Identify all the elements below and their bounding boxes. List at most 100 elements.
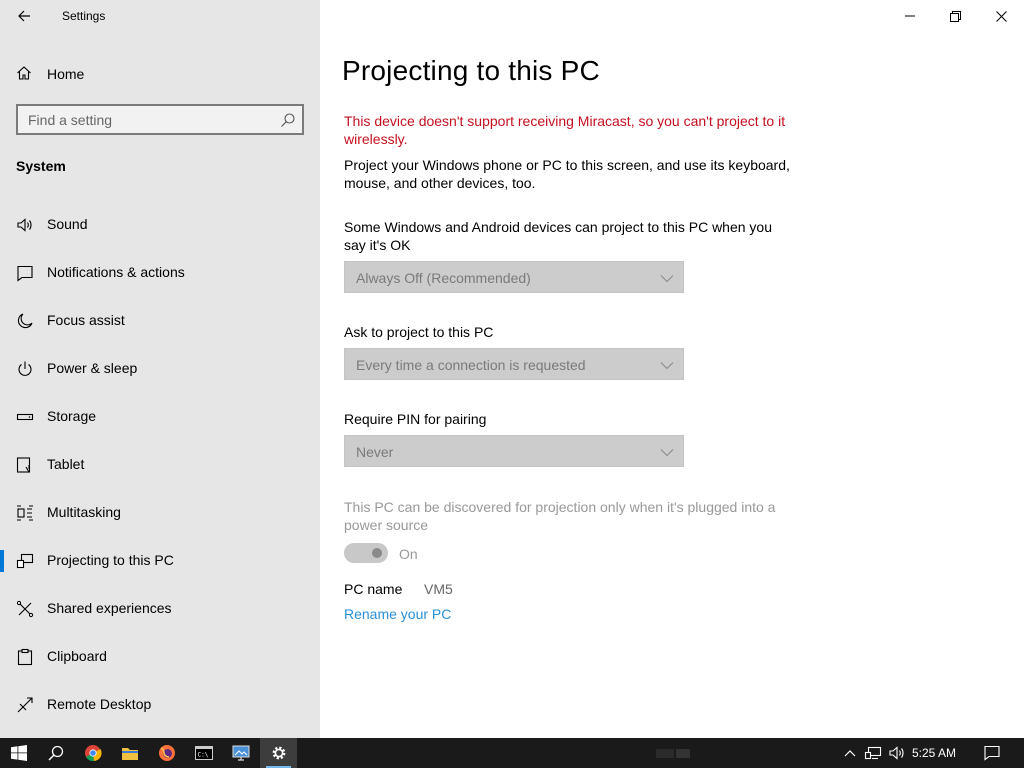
sidebar-item-label: Power & sleep: [47, 360, 138, 376]
sidebar-item-label: Tablet: [47, 456, 85, 472]
settings-taskbar-button[interactable]: [260, 738, 297, 768]
command-prompt-taskbar-button[interactable]: C:\: [185, 738, 222, 768]
multitasking-icon: [17, 505, 33, 521]
network-icon: [864, 746, 882, 760]
sidebar-item-label: Shared experiences: [47, 600, 172, 616]
sidebar-item-projecting[interactable]: Projecting to this PC: [0, 541, 320, 581]
sidebar-item-label: Storage: [47, 408, 97, 424]
search-icon: [47, 745, 63, 761]
ask-to-project-dropdown[interactable]: Every time a connection is requested: [344, 348, 684, 380]
search-box[interactable]: [16, 104, 304, 135]
pc-name-value: VM5: [424, 581, 453, 597]
power-source-toggle[interactable]: [344, 543, 388, 563]
sidebar-item-label: Projecting to this PC: [47, 552, 174, 568]
search-taskbar-button[interactable]: [37, 738, 74, 768]
pc-name-label: PC name: [344, 581, 403, 597]
taskbar: C:\ 5:25 AM: [0, 738, 1024, 768]
firefox-taskbar-button[interactable]: [148, 738, 185, 768]
volume-tray-button[interactable]: [886, 738, 908, 768]
active-indicator: [0, 550, 4, 572]
sidebar-item-label: Remote Desktop: [47, 696, 152, 712]
app-title: Settings: [62, 9, 106, 23]
toggle-state-label: On: [399, 546, 418, 562]
sidebar-item-sound[interactable]: Sound: [0, 205, 320, 245]
power-icon: [18, 361, 32, 376]
clipboard-icon: [17, 648, 33, 666]
back-arrow-icon: [18, 10, 30, 22]
sidebar-item-multitasking[interactable]: Multitasking: [0, 493, 320, 533]
monitor-icon: [232, 745, 249, 761]
projection-availability-label: Some Windows and Android devices can pro…: [344, 219, 773, 253]
sidebar-item-storage[interactable]: Storage: [0, 397, 320, 437]
taskbar-clock[interactable]: 5:25 AM: [912, 746, 956, 760]
projecting-icon: [16, 553, 34, 569]
sidebar-item-clipboard[interactable]: Clipboard: [0, 637, 320, 677]
folder-icon: [121, 748, 138, 760]
file-explorer-taskbar-button[interactable]: [111, 738, 148, 768]
start-button[interactable]: [0, 738, 37, 768]
require-pin-label: Require PIN for pairing: [344, 411, 487, 427]
command-prompt-icon: C:\: [194, 746, 213, 760]
chevron-down-icon: [660, 449, 674, 457]
back-button[interactable]: [8, 0, 40, 32]
gear-icon: [272, 746, 285, 760]
restore-button[interactable]: [932, 0, 978, 32]
sidebar-item-label: Clipboard: [47, 648, 107, 664]
storage-icon: [16, 413, 34, 421]
home-nav-item[interactable]: Home: [0, 58, 320, 88]
search-icon[interactable]: [280, 112, 296, 128]
miracast-error-message: This device doesn't support receiving Mi…: [344, 113, 786, 147]
remote-desktop-icon: [17, 697, 33, 713]
chevron-down-icon: [660, 275, 674, 283]
svg-text:C:\: C:\: [197, 752, 208, 759]
chrome-icon: [84, 745, 102, 762]
sidebar-item-power-sleep[interactable]: Power & sleep: [0, 349, 320, 389]
action-center-button[interactable]: [978, 738, 1006, 768]
moon-icon: [17, 313, 33, 329]
dropdown-value: Never: [356, 444, 394, 460]
sidebar-item-tablet[interactable]: Tablet: [0, 445, 320, 485]
sidebar-item-notifications[interactable]: Notifications & actions: [0, 253, 320, 293]
sidebar: Settings Home System Sound Notifications…: [0, 0, 320, 738]
home-icon: [17, 66, 31, 80]
require-pin-dropdown[interactable]: Never: [344, 435, 684, 467]
description-text: Project your Windows phone or PC to this…: [344, 157, 790, 191]
notification-icon: [17, 265, 33, 282]
speaker-icon: [889, 746, 904, 760]
dropdown-value: Every time a connection is requested: [356, 357, 586, 373]
search-input[interactable]: [18, 106, 268, 133]
tablet-icon: [16, 457, 31, 473]
home-label: Home: [47, 66, 85, 82]
sidebar-item-shared-experiences[interactable]: Shared experiences: [0, 589, 320, 629]
projection-availability-dropdown[interactable]: Always Off (Recommended): [344, 261, 684, 293]
sidebar-item-label: Focus assist: [47, 312, 125, 328]
sidebar-item-label: Multitasking: [47, 504, 121, 520]
restore-icon: [949, 10, 961, 22]
ask-to-project-label: Ask to project to this PC: [344, 324, 494, 340]
network-tray-button[interactable]: [862, 738, 884, 768]
chevron-up-icon: [844, 750, 856, 757]
toggle-knob: [372, 548, 382, 558]
chevron-down-icon: [660, 362, 674, 370]
sidebar-item-remote-desktop[interactable]: Remote Desktop: [0, 685, 320, 725]
shared-experiences-icon: [16, 600, 34, 618]
sidebar-item-focus-assist[interactable]: Focus assist: [0, 301, 320, 341]
page-title: Projecting to this PC: [342, 55, 600, 86]
close-button[interactable]: [978, 0, 1024, 32]
firefox-icon: [158, 745, 175, 761]
sidebar-item-label: Notifications & actions: [47, 264, 185, 280]
rename-pc-link[interactable]: Rename your PC: [344, 606, 451, 622]
speaker-icon: [17, 218, 32, 232]
remote-desktop-taskbar-button[interactable]: [222, 738, 259, 768]
taskbar-thumbnail[interactable]: [650, 738, 698, 768]
sidebar-item-label: Sound: [47, 216, 88, 232]
chrome-taskbar-button[interactable]: [74, 738, 111, 768]
minimize-icon: [905, 15, 915, 17]
show-hidden-icons-button[interactable]: [840, 738, 860, 768]
close-icon: [995, 10, 1007, 22]
section-label: System: [16, 158, 66, 174]
windows-logo-icon: [10, 745, 27, 761]
dropdown-value: Always Off (Recommended): [356, 270, 531, 286]
window-thumbnail-icon: [656, 749, 690, 758]
minimize-button[interactable]: [887, 0, 933, 32]
